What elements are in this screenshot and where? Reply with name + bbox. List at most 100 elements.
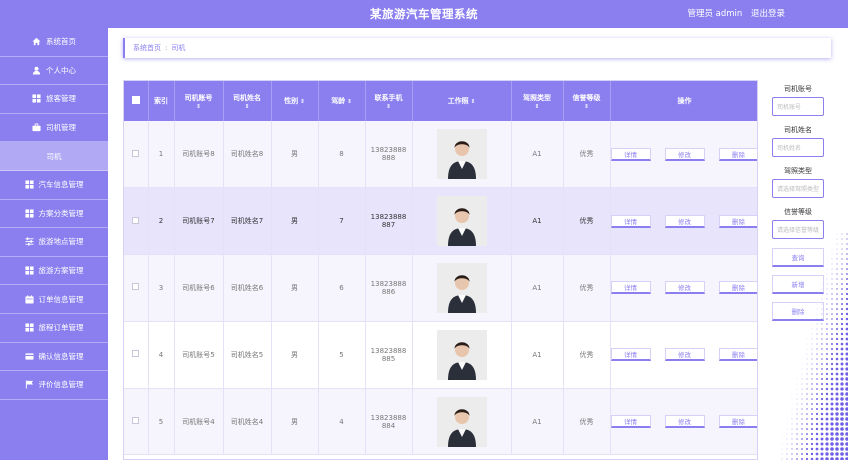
- row-select-cell[interactable]: [124, 187, 149, 256]
- delete-row-button[interactable]: 删除: [718, 281, 757, 295]
- cell-index: 3: [148, 254, 175, 322]
- driver-photo[interactable]: [436, 129, 487, 180]
- row-checkbox[interactable]: [132, 149, 140, 157]
- detail-button[interactable]: 详情: [610, 214, 651, 228]
- table-row[interactable]: 2 司机账号7 司机姓名7 男 7 13823888 887 A1 优秀 详情 …: [124, 187, 757, 256]
- edit-button[interactable]: 修改: [664, 415, 705, 429]
- edit-button[interactable]: 修改: [664, 147, 705, 161]
- select-all-header[interactable]: [124, 81, 149, 121]
- cell-name: 司机姓名8: [223, 121, 272, 189]
- sidebar-item-plan-category[interactable]: 方案分类管理: [0, 200, 108, 229]
- col-credit[interactable]: 信誉等级 ⇕: [563, 81, 611, 121]
- cell-phone: 13823888 887: [365, 187, 413, 256]
- account-search-input[interactable]: 司机账号: [772, 97, 824, 116]
- row-select-cell[interactable]: [124, 388, 149, 456]
- driver-photo[interactable]: [436, 329, 487, 380]
- sidebar-item-driver-management[interactable]: 司机管理: [0, 114, 108, 143]
- col-phone[interactable]: 联系手机 ⇕: [365, 81, 413, 121]
- sort-icon[interactable]: ⇕: [175, 104, 223, 110]
- edit-button[interactable]: 修改: [664, 348, 705, 362]
- sort-icon[interactable]: ⇕: [300, 99, 305, 105]
- sidebar-item-trip-orders[interactable]: 旅程订单管理: [0, 314, 108, 343]
- col-account[interactable]: 司机账号 ⇕: [174, 81, 224, 121]
- delete-row-button[interactable]: 删除: [718, 348, 757, 362]
- decorative-dot: [830, 442, 834, 446]
- col-name[interactable]: 司机姓名 ⇕: [223, 81, 272, 121]
- decorative-dot: [815, 437, 819, 441]
- decorative-dot: [825, 437, 829, 441]
- sort-icon[interactable]: ⇕: [512, 104, 563, 110]
- detail-button[interactable]: 详情: [610, 348, 651, 362]
- sidebar-item-locations[interactable]: 旅游地点管理: [0, 228, 108, 257]
- decorative-dot: [836, 278, 838, 280]
- decorative-dot: [815, 442, 819, 446]
- sort-icon[interactable]: ⇕: [366, 104, 412, 110]
- decorative-dot: [816, 358, 818, 360]
- decorative-dot: [840, 382, 844, 386]
- driver-photo[interactable]: [436, 196, 487, 247]
- sidebar-item-car-info[interactable]: 汽车信息管理: [0, 171, 108, 200]
- cell-account: 司机账号6: [174, 254, 224, 322]
- sidebar-item-reviews[interactable]: 评价信息管理: [0, 371, 108, 400]
- detail-button[interactable]: 详情: [610, 147, 651, 161]
- decorative-dot: [841, 293, 843, 295]
- table-row[interactable]: 4 司机账号5 司机姓名5 男 5 13823888 885 A1 优秀 详情 …: [124, 321, 757, 389]
- col-gender-label: 性别: [284, 97, 299, 105]
- delete-row-button[interactable]: 删除: [718, 214, 757, 228]
- decorative-dot: [820, 412, 824, 416]
- table-row[interactable]: 3 司机账号6 司机姓名6 男 6 13823888 886 A1 优秀 详情 …: [124, 254, 757, 322]
- decorative-dot: [830, 387, 834, 391]
- decorative-dot: [835, 447, 839, 451]
- top-bar: 某旅游汽车管理系统 管理员 admin 退出登录: [0, 0, 848, 28]
- sidebar-item-label: 个人中心: [46, 65, 76, 75]
- delete-row-button[interactable]: 删除: [718, 415, 757, 429]
- logout-link[interactable]: 退出登录: [751, 9, 785, 19]
- decorative-dot: [801, 393, 803, 395]
- select-all-checkbox[interactable]: [131, 96, 140, 104]
- table-row[interactable]: 1 司机账号8 司机姓名8 男 8 13823888 888 A1 优秀 详情 …: [124, 121, 757, 189]
- driver-photo[interactable]: [436, 396, 487, 447]
- row-checkbox[interactable]: [132, 216, 140, 224]
- decorative-dot: [836, 268, 838, 270]
- col-license[interactable]: 驾照类型 ⇕: [511, 81, 564, 121]
- sort-icon[interactable]: ⇕: [471, 99, 476, 105]
- decorative-dot: [816, 363, 818, 365]
- cell-ops: 详情 修改 删除: [610, 388, 757, 456]
- row-checkbox[interactable]: [132, 417, 140, 425]
- detail-button[interactable]: 详情: [610, 281, 651, 295]
- decorative-dot: [801, 398, 803, 400]
- license-select[interactable]: 请选择驾照类型: [772, 179, 824, 198]
- sidebar-item-profile[interactable]: 个人中心: [0, 57, 108, 86]
- decorative-dot: [791, 453, 793, 455]
- col-gender[interactable]: 性别 ⇕: [271, 81, 319, 121]
- delete-row-button[interactable]: 删除: [718, 147, 757, 161]
- row-checkbox[interactable]: [132, 350, 140, 358]
- col-photo[interactable]: 工作照 ⇕: [412, 81, 512, 121]
- row-select-cell[interactable]: [124, 121, 149, 189]
- sort-icon[interactable]: ⇕: [347, 99, 352, 105]
- table-row[interactable]: 5 司机账号4 司机姓名4 男 4 13823888 884 A1 优秀 详情 …: [124, 388, 757, 456]
- edit-button[interactable]: 修改: [664, 214, 705, 228]
- decorative-dot: [811, 393, 813, 395]
- sidebar-item-orders[interactable]: 订单信息管理: [0, 285, 108, 314]
- sidebar-item-plans[interactable]: 旅游方案管理: [0, 257, 108, 286]
- sidebar-item-confirmations[interactable]: 确认信息管理: [0, 343, 108, 372]
- row-select-cell[interactable]: [124, 254, 149, 322]
- name-search-input[interactable]: 司机姓名: [772, 138, 824, 157]
- col-age[interactable]: 驾龄 ⇕: [318, 81, 366, 121]
- sort-icon[interactable]: ⇕: [224, 104, 271, 110]
- decorative-dot: [806, 363, 808, 365]
- row-checkbox[interactable]: [132, 283, 140, 291]
- edit-button[interactable]: 修改: [664, 281, 705, 295]
- sidebar-subitem-driver[interactable]: 司机: [0, 142, 108, 171]
- sort-icon[interactable]: ⇕: [564, 104, 610, 110]
- sidebar-item-home[interactable]: 系统首页: [0, 28, 108, 57]
- sidebar-item-passengers[interactable]: 旅客管理: [0, 85, 108, 114]
- breadcrumb-home[interactable]: 系统首页: [133, 43, 161, 53]
- row-select-cell[interactable]: [124, 321, 149, 389]
- cell-index: 1: [148, 121, 175, 189]
- cell-license: A1: [511, 321, 564, 389]
- decorative-dot: [841, 248, 843, 250]
- detail-button[interactable]: 详情: [610, 415, 651, 429]
- driver-photo[interactable]: [436, 262, 487, 313]
